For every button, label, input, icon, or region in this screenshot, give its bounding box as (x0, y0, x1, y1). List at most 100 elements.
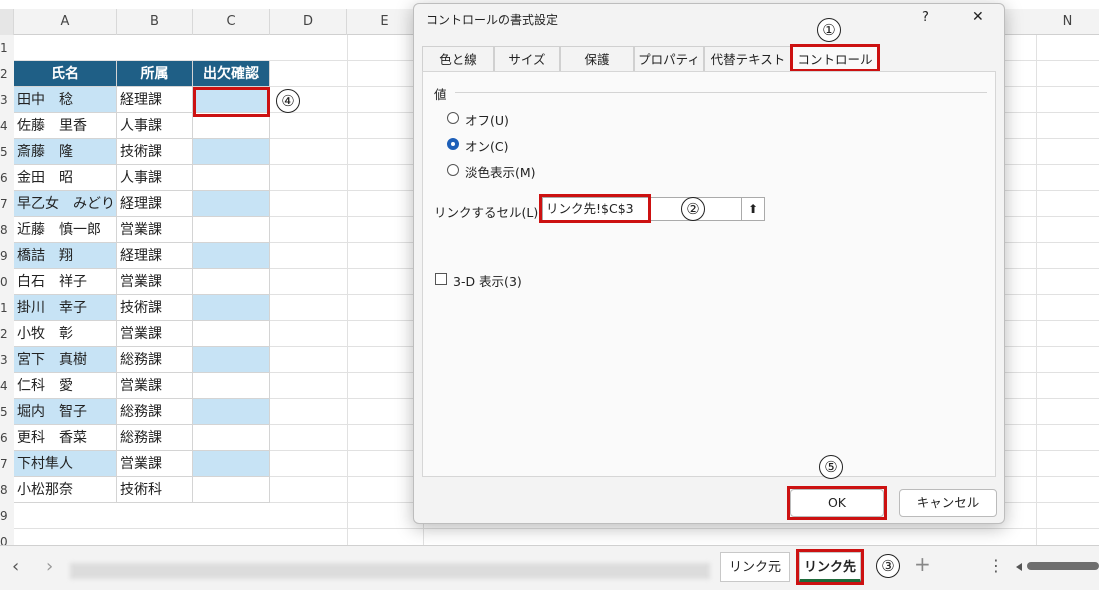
row-header[interactable]: 4 (0, 373, 14, 399)
row-header[interactable]: 6 (0, 165, 14, 191)
name-cell[interactable]: 白石 祥子 (14, 269, 117, 295)
dept-cell[interactable]: 経理課 (117, 191, 193, 217)
row-header[interactable]: 6 (0, 425, 14, 451)
attendance-cell[interactable] (193, 217, 270, 243)
row-header[interactable]: 5 (0, 399, 14, 425)
group-divider (455, 92, 987, 93)
attendance-cell[interactable] (193, 243, 270, 269)
name-cell[interactable]: 仁科 愛 (14, 373, 117, 399)
column-header-b[interactable]: B (117, 9, 193, 35)
tab-protection[interactable]: 保護 (560, 46, 634, 72)
attendance-cell[interactable] (193, 451, 270, 477)
dept-cell[interactable]: 営業課 (117, 269, 193, 295)
attendance-cell[interactable] (193, 191, 270, 217)
dept-cell[interactable]: 人事課 (117, 165, 193, 191)
dept-cell[interactable]: 営業課 (117, 373, 193, 399)
radio-off[interactable] (447, 112, 459, 124)
dept-cell[interactable]: 営業課 (117, 451, 193, 477)
attendance-cell[interactable] (193, 139, 270, 165)
attendance-cell[interactable] (193, 477, 270, 503)
row-header[interactable]: 0 (0, 269, 14, 295)
tab-colors-lines[interactable]: 色と線 (422, 46, 494, 72)
column-header-c[interactable]: C (193, 9, 270, 35)
dept-cell[interactable]: 経理課 (117, 87, 193, 113)
name-cell[interactable]: 斎藤 隆 (14, 139, 117, 165)
attendance-cell[interactable] (193, 321, 270, 347)
horizontal-scrollbar[interactable] (1027, 562, 1099, 570)
attendance-cell[interactable] (193, 295, 270, 321)
column-header-n[interactable]: N (1036, 9, 1099, 35)
blurred-sheet-tabs (70, 563, 710, 579)
dept-cell[interactable]: 総務課 (117, 347, 193, 373)
row-header[interactable]: 2 (0, 321, 14, 347)
name-cell[interactable]: 金田 昭 (14, 165, 117, 191)
name-cell[interactable]: 小松那奈 (14, 477, 117, 503)
dept-cell[interactable]: 技術課 (117, 139, 193, 165)
tab-alt-text[interactable]: 代替テキスト (704, 46, 792, 72)
sheet-nav-prev[interactable]: ‹ (12, 556, 19, 577)
row-header[interactable]: 1 (0, 35, 14, 61)
attendance-cell[interactable] (193, 399, 270, 425)
attendance-cell[interactable] (193, 165, 270, 191)
row-header[interactable]: 2 (0, 61, 14, 87)
header-cell-name[interactable]: 氏名 (14, 61, 117, 87)
dept-cell[interactable]: 総務課 (117, 425, 193, 451)
sheet-nav-next[interactable]: › (46, 556, 53, 577)
attendance-cell[interactable] (193, 425, 270, 451)
dept-cell[interactable]: 技術課 (117, 295, 193, 321)
attendance-cell[interactable] (193, 347, 270, 373)
row-header[interactable]: 5 (0, 139, 14, 165)
3d-shading-label: 3-D 表示(3) (453, 274, 522, 289)
row-header[interactable]: 7 (0, 191, 14, 217)
header-cell-attendance[interactable]: 出欠確認 (193, 61, 270, 87)
name-cell[interactable]: 橋詰 翔 (14, 243, 117, 269)
row-header[interactable]: 8 (0, 217, 14, 243)
dept-cell[interactable]: 総務課 (117, 399, 193, 425)
column-header-d[interactable]: D (270, 9, 347, 35)
annotation-4: ④ (276, 89, 300, 113)
row-header[interactable]: 8 (0, 477, 14, 503)
name-cell[interactable]: 更科 香菜 (14, 425, 117, 451)
name-cell[interactable]: 堀内 智子 (14, 399, 117, 425)
row-header[interactable]: 3 (0, 347, 14, 373)
select-all-corner[interactable] (0, 9, 14, 35)
name-cell[interactable]: 近藤 慎一郎 (14, 217, 117, 243)
row-header[interactable]: 9 (0, 243, 14, 269)
name-cell[interactable]: 下村隼人 (14, 451, 117, 477)
name-cell[interactable]: 小牧 彰 (14, 321, 117, 347)
name-cell[interactable]: 田中 稔 (14, 87, 117, 113)
radio-on[interactable] (447, 138, 459, 150)
help-button[interactable]: ? (922, 10, 929, 25)
column-header-a[interactable]: A (14, 9, 117, 35)
radio-mixed[interactable] (447, 164, 459, 176)
range-select-button[interactable]: ⬆ (741, 197, 765, 221)
column-header-e[interactable]: E (347, 9, 423, 35)
row-header[interactable]: 9 (0, 503, 14, 529)
name-cell[interactable]: 宮下 真樹 (14, 347, 117, 373)
dept-cell[interactable]: 営業課 (117, 217, 193, 243)
header-cell-dept[interactable]: 所属 (117, 61, 193, 87)
cancel-button[interactable]: キャンセル (899, 489, 997, 517)
row-header[interactable]: 4 (0, 113, 14, 139)
dept-cell[interactable]: 技術科 (117, 477, 193, 503)
row-header[interactable]: 3 (0, 87, 14, 113)
3d-shading-checkbox[interactable] (435, 273, 447, 285)
dept-cell[interactable]: 営業課 (117, 321, 193, 347)
scroll-left-icon[interactable] (1016, 563, 1022, 571)
name-cell[interactable]: 早乙女 みどり (14, 191, 117, 217)
tab-properties[interactable]: プロパティ (634, 46, 704, 72)
add-sheet-button[interactable]: + (914, 552, 931, 576)
attendance-cell[interactable] (193, 269, 270, 295)
dept-cell[interactable]: 人事課 (117, 113, 193, 139)
name-cell[interactable]: 佐藤 里香 (14, 113, 117, 139)
tab-size[interactable]: サイズ (494, 46, 560, 72)
row-header[interactable]: 1 (0, 295, 14, 321)
attendance-cell[interactable] (193, 373, 270, 399)
annotation-5: ⑤ (819, 455, 843, 479)
name-cell[interactable]: 掛川 幸子 (14, 295, 117, 321)
row-header[interactable]: 7 (0, 451, 14, 477)
close-button[interactable]: ✕ (972, 9, 984, 25)
more-options-icon[interactable]: ⋮ (988, 556, 1004, 575)
sheet-tab-link-source[interactable]: リンク元 (720, 552, 790, 582)
dept-cell[interactable]: 経理課 (117, 243, 193, 269)
